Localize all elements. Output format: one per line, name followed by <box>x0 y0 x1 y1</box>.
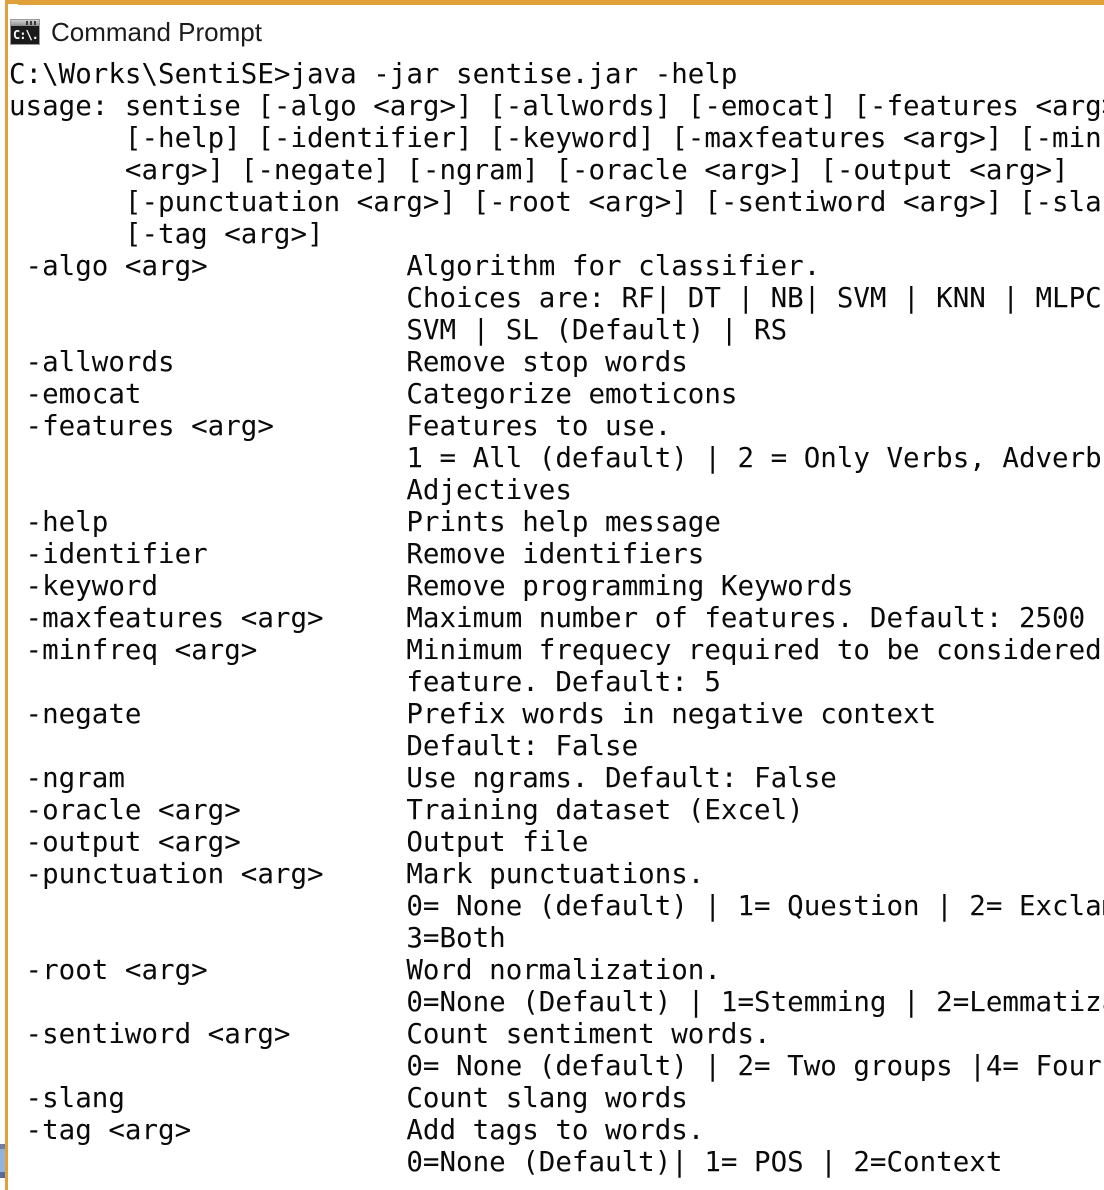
console-line: -maxfeatures <arg> Maximum number of fea… <box>9 602 1086 634</box>
console-line: -identifier Remove identifiers <box>9 538 705 570</box>
console-line: Choices are: RF| DT | NB| SVM | KNN | ML… <box>9 282 1104 314</box>
console-line: -help Prints help message <box>9 506 721 538</box>
console-line: -features <arg> Features to use. <box>9 410 672 442</box>
console-line: 0= None (default) | 2= Two groups |4= Fo… <box>9 1050 1104 1082</box>
console-output-text[interactable]: C:\Works\SentiSE>java -jar sentise.jar -… <box>9 58 1104 1178</box>
icon-prompt-glyph: C:\. <box>13 28 38 42</box>
console-line: 0= None (default) | 1= Question | 2= Exc… <box>406 890 1104 922</box>
title-bar: C:\. Command Prompt <box>10 12 262 52</box>
console-line: usage: sentise [-algo <arg>] [-allwords]… <box>9 90 1104 122</box>
console-line: -allwords Remove stop words <box>9 346 688 378</box>
console-line: 0=None (Default)| 1= POS | 2=Context <box>9 1146 1003 1178</box>
console-line: 1 = All (default) | 2 = Only Verbs, Adve… <box>9 442 1104 474</box>
console-line: 0=None (Default) | 1=Stemming | 2=Lemmat… <box>9 986 1104 1018</box>
command-prompt-icon: C:\. <box>10 19 40 45</box>
vertical-scrollbar-thumb[interactable] <box>0 1144 5 1178</box>
console-line: C:\Works\SentiSE>java -jar sentise.jar -… <box>9 58 738 90</box>
console-line: -minfreq <arg> Minimum frequecy required… <box>9 634 1104 666</box>
console-line: -negate Prefix words in negative context <box>9 698 937 730</box>
window-left-border <box>5 0 8 1190</box>
console-line: Default: False <box>9 730 639 762</box>
console-line: -sentiword <arg> Count sentiment words. <box>9 1018 771 1050</box>
console-line: feature. Default: 5 <box>9 666 721 698</box>
console-line: -ngram Use ngrams. Default: False <box>9 762 837 794</box>
console-line: -oracle <arg> Training dataset (Excel) <box>9 794 804 826</box>
console-line: -root <arg> Word normalization. <box>9 954 721 986</box>
console-line: -punctuation <arg> Mark punctuations. <box>9 858 705 890</box>
console-line: -keyword Remove programming Keywords <box>9 570 854 602</box>
console-line: <arg>] [-negate] [-ngram] [-oracle <arg>… <box>9 154 1069 186</box>
window-title: Command Prompt <box>51 17 262 47</box>
console-line: -output <arg> Output file <box>9 826 589 858</box>
console-line: SVM | SL (Default) | RS <box>9 314 788 346</box>
console-line: [-punctuation <arg>] [-root <arg>] [-sen… <box>9 186 1104 218</box>
console-window: C:\. Command Prompt C:\Works\SentiSE>jav… <box>0 0 1104 1190</box>
icon-window-buttons <box>26 21 37 25</box>
console-line: Adjectives <box>9 474 572 506</box>
console-line: [-help] [-identifier] [-keyword] [-maxfe… <box>9 122 1104 154</box>
console-line: -emocat Categorize emoticons <box>9 378 738 410</box>
console-line: [-tag <arg>] <box>9 218 324 250</box>
console-line: -algo <arg> Algorithm for classifier. <box>9 250 821 282</box>
console-line: 3=Both <box>9 922 506 954</box>
window-top-border <box>18 0 1104 5</box>
console-line: -tag <arg> Add tags to words. <box>9 1114 705 1146</box>
console-line: -slang Count slang words <box>9 1082 688 1114</box>
